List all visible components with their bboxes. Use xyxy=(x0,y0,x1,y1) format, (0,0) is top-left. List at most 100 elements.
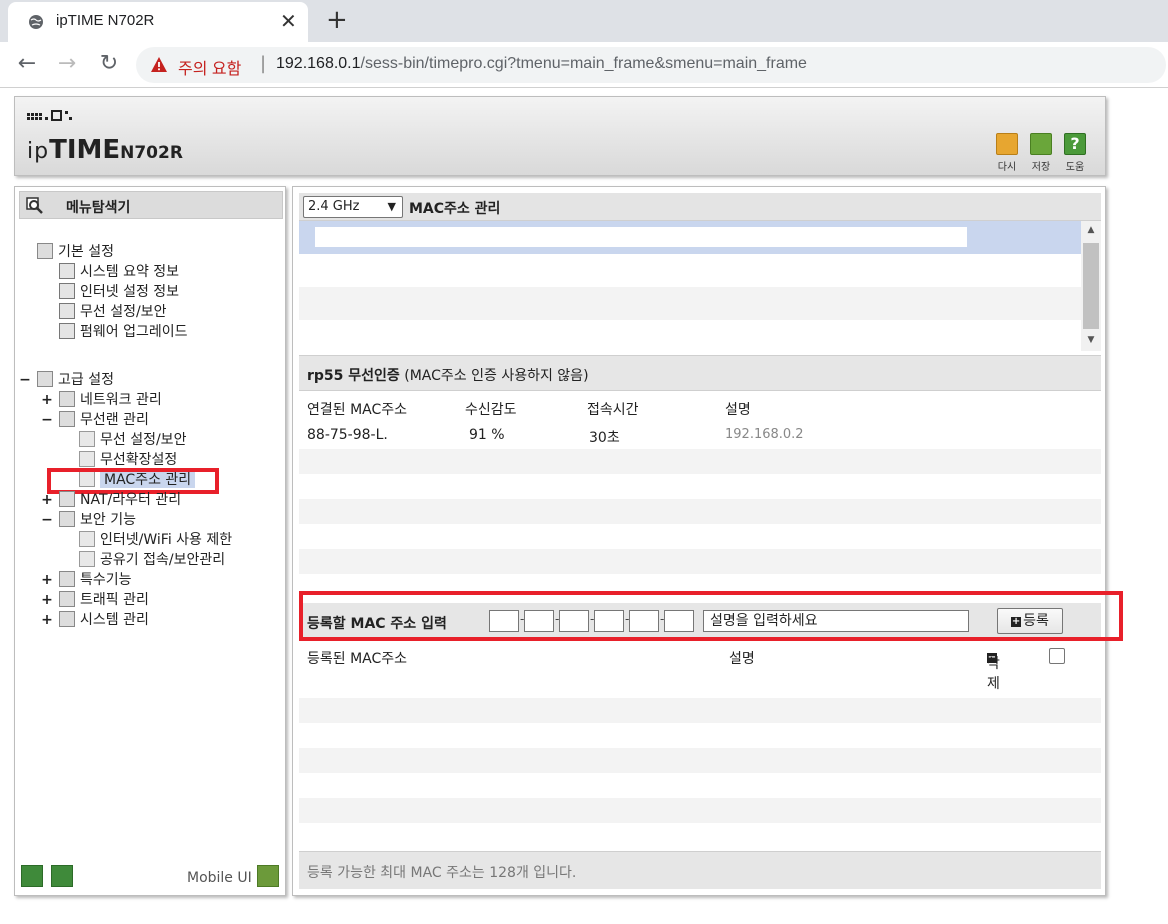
menu-traffic-label: 트래픽 관리 xyxy=(80,592,149,608)
menu-wireless-lan-label: 무선랜 관리 xyxy=(80,412,149,428)
list-item[interactable] xyxy=(299,320,1081,351)
auth-section-header: rp55 무선인증 (MAC주소 인증 사용하지 않음) xyxy=(299,355,1101,391)
table-row xyxy=(299,549,1101,574)
reload-icon[interactable]: ↻ xyxy=(96,51,122,77)
menu-basic-settings[interactable]: 기본 설정 xyxy=(37,242,114,262)
expand-icon[interactable]: + xyxy=(41,610,53,630)
logout-icon[interactable] xyxy=(51,865,73,887)
menu-advanced-label: 고급 설정 xyxy=(58,372,114,388)
collapse-icon[interactable]: − xyxy=(41,510,53,530)
traffic-icon xyxy=(59,591,75,607)
menu-internet-restrict-label: 인터넷/WiFi 사용 제한 xyxy=(100,532,233,548)
address-bar[interactable]: 주의 요함 | 192.168.0.1/sess-bin/timepro.cgi… xyxy=(136,47,1166,83)
cell-signal: 91 % xyxy=(469,427,505,443)
close-tab-icon[interactable]: ✕ xyxy=(280,9,297,33)
scroll-down-icon[interactable]: ▼ xyxy=(1081,335,1101,345)
mobile-icon[interactable] xyxy=(257,865,279,887)
expand-icon[interactable]: + xyxy=(41,570,53,590)
help-icon: ? xyxy=(1064,133,1086,155)
footer-note: 등록 가능한 최대 MAC 주소는 128개 입니다. xyxy=(299,851,1101,889)
url-separator: | xyxy=(260,53,267,74)
scroll-up-icon[interactable]: ▲ xyxy=(1081,225,1101,235)
forward-icon[interactable]: → xyxy=(54,51,80,77)
help-button[interactable]: ? 도움 xyxy=(1063,133,1087,173)
menu-wireless-basic[interactable]: 무선 설정/보안 xyxy=(59,302,166,322)
band-select-value: 2.4 GHz xyxy=(308,199,360,214)
system-icon xyxy=(59,611,75,627)
auth-note: (MAC주소 인증 사용하지 않음) xyxy=(404,368,589,384)
table-row xyxy=(299,773,1101,798)
menu-panel: 메뉴탐색기 기본 설정 시스템 요약 정보 인터넷 설정 정보 무선 설정/보안… xyxy=(14,186,286,896)
table-row xyxy=(299,449,1101,474)
expand-icon[interactable]: + xyxy=(41,390,53,410)
menu-router-access-label: 공유기 접속/보안관리 xyxy=(100,552,226,568)
menu-special[interactable]: 특수기능 xyxy=(59,570,132,590)
menu-internet-restrict[interactable]: 인터넷/WiFi 사용 제한 xyxy=(79,530,232,550)
list-item[interactable] xyxy=(299,221,1081,254)
menu-wireless-extend[interactable]: 무선확장설정 xyxy=(79,450,177,470)
mac-list-box[interactable]: ▲ ▼ xyxy=(299,221,1101,351)
table-row xyxy=(299,474,1101,499)
menu-advanced-settings[interactable]: 고급 설정 xyxy=(37,370,114,390)
menu-internet-info[interactable]: 인터넷 설정 정보 xyxy=(59,282,179,302)
col-time: 접속시간 xyxy=(587,402,639,418)
menu-system[interactable]: 시스템 관리 xyxy=(59,610,149,630)
menu-traffic[interactable]: 트래픽 관리 xyxy=(59,590,149,610)
menu-special-label: 특수기능 xyxy=(80,572,132,588)
select-all-checkbox[interactable] xyxy=(1049,648,1065,664)
menu-explorer-title: 메뉴탐색기 xyxy=(66,200,131,216)
auth-title: rp55 무선인증 xyxy=(307,368,400,384)
menu-explorer-header[interactable]: 메뉴탐색기 xyxy=(19,191,283,219)
cell-time: 30초 xyxy=(589,430,620,446)
collapse-icon[interactable]: − xyxy=(19,370,31,390)
menu-firmware-upgrade[interactable]: 펌웨어 업그레이드 xyxy=(59,322,188,342)
new-tab-button[interactable]: + xyxy=(326,6,348,34)
menu-system-summary[interactable]: 시스템 요약 정보 xyxy=(59,262,179,282)
menu-security[interactable]: 보안 기능 xyxy=(59,510,136,530)
browser-tab[interactable]: ipTIME N702R ✕ xyxy=(8,2,308,42)
list-item[interactable] xyxy=(299,254,1081,287)
list-scrollbar[interactable]: ▲ ▼ xyxy=(1081,221,1101,351)
refresh-icon xyxy=(996,133,1018,155)
router-icon xyxy=(59,491,75,507)
expand-icon[interactable]: + xyxy=(41,590,53,610)
highlight-box-register xyxy=(299,591,1123,641)
mobile-ui-link[interactable]: Mobile UI xyxy=(187,870,252,886)
home-icon[interactable] xyxy=(21,865,43,887)
help-label: 도움 xyxy=(1065,162,1085,173)
collapse-icon[interactable]: − xyxy=(41,410,53,430)
url-text[interactable]: 192.168.0.1/sess-bin/timepro.cgi?tmenu=m… xyxy=(276,55,807,73)
expand-icon[interactable]: + xyxy=(41,490,53,510)
scroll-thumb[interactable] xyxy=(1083,243,1099,329)
page-icon xyxy=(79,551,95,567)
logo-prefix: ip xyxy=(27,139,50,164)
menu-router-access[interactable]: 공유기 접속/보안관리 xyxy=(79,550,225,570)
page-icon xyxy=(79,431,95,447)
refresh-button[interactable]: 다시 xyxy=(995,133,1019,173)
list-item[interactable] xyxy=(299,287,1081,320)
content-panel: 2.4 GHz ▼ MAC주소 관리 ▲ ▼ rp55 무선인증 (MAC주소 인… xyxy=(292,186,1123,896)
menu-wireless-lan[interactable]: 무선랜 관리 xyxy=(59,410,149,430)
table-row xyxy=(299,524,1101,549)
menu-nat-router[interactable]: NAT/라우터 관리 xyxy=(59,490,181,510)
col-connected-mac: 연결된 MAC주소 xyxy=(307,402,408,418)
menu-wireless-security[interactable]: 무선 설정/보안 xyxy=(79,430,186,450)
menu-firmware-label: 펌웨어 업그레이드 xyxy=(80,324,188,340)
page-title: MAC주소 관리 xyxy=(409,201,501,217)
back-icon[interactable]: ← xyxy=(14,51,40,77)
menu-internet-info-label: 인터넷 설정 정보 xyxy=(80,284,180,300)
table-row xyxy=(299,823,1101,848)
wifi-icon xyxy=(59,303,75,319)
refresh-label: 다시 xyxy=(997,162,1017,173)
network-icon xyxy=(59,391,75,407)
save-label: 저장 xyxy=(1031,162,1051,173)
menu-network[interactable]: 네트워크 관리 xyxy=(59,390,162,410)
band-select[interactable]: 2.4 GHz ▼ xyxy=(303,196,403,218)
save-button[interactable]: 저장 xyxy=(1029,133,1053,173)
menu-security-label: 보안 기능 xyxy=(80,512,136,528)
menu-system-summary-label: 시스템 요약 정보 xyxy=(80,264,180,280)
url-host: 192.168.0.1 xyxy=(276,55,361,72)
security-warning[interactable]: 주의 요함 xyxy=(178,55,241,79)
menu-wireless-extend-label: 무선확장설정 xyxy=(100,452,178,468)
table-row[interactable]: 88-75-98-L. 91 % 30초 192.168.0.2 xyxy=(299,423,1101,449)
